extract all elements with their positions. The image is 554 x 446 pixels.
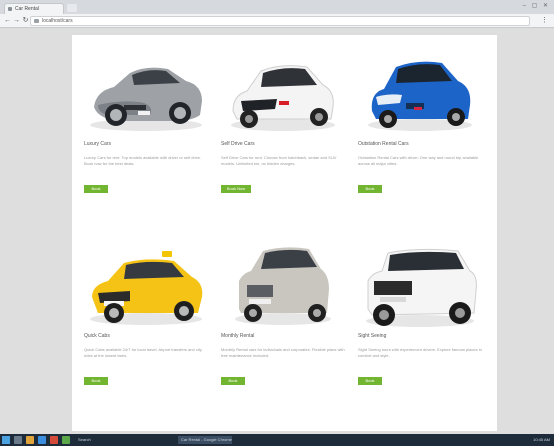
car-card-sight-seeing: Sight Seeing Sight Seeing tours with exp… xyxy=(358,233,483,385)
car-description: Luxury Cars for rent. Top models availab… xyxy=(84,155,202,166)
system-clock[interactable]: 10:45 AM xyxy=(533,437,550,442)
car-photo xyxy=(221,233,346,329)
car-description: Self Drive Cars for rent. Choose from ha… xyxy=(221,155,337,166)
car-title: Self Drive Cars xyxy=(221,141,255,147)
car-description: Monthly Rental cars for individuals and … xyxy=(221,347,345,358)
start-icon[interactable] xyxy=(2,436,10,444)
car-photo xyxy=(358,233,483,329)
book-button[interactable]: Book xyxy=(84,185,108,193)
forward-arrow-icon[interactable]: → xyxy=(12,16,21,25)
car-card-self-drive: Self Drive Cars Self Drive Cars for rent… xyxy=(221,41,346,193)
page-info-icon[interactable] xyxy=(34,19,39,23)
car-title: Monthly Rental xyxy=(221,333,255,339)
car-title: Sight Seeing xyxy=(358,333,387,339)
os-taskbar: Search Car Rental - Google Chrome 10:45 … xyxy=(0,434,554,446)
app-icon[interactable] xyxy=(62,436,70,444)
car-description: Outstation Rental Cars with driver. One … xyxy=(358,155,479,166)
car-title: Outstation Rental Cars xyxy=(358,141,409,147)
task-view-icon[interactable] xyxy=(14,436,22,444)
taskbar-search-label[interactable]: Search xyxy=(78,437,91,442)
car-card-luxury: Luxury Cars Luxury Cars for rent. Top mo… xyxy=(84,41,209,193)
car-card-outstation: Outstation Rental Cars Outstation Rental… xyxy=(358,41,483,193)
book-button[interactable]: Book xyxy=(84,377,108,385)
car-photo xyxy=(84,41,209,137)
car-photo xyxy=(84,233,209,329)
tab-title: Car Rental xyxy=(15,6,39,12)
app-icon[interactable] xyxy=(50,436,58,444)
book-now-button[interactable]: Book Now xyxy=(221,185,251,193)
back-arrow-icon[interactable]: ← xyxy=(3,16,12,25)
book-button[interactable]: Book xyxy=(358,377,382,385)
book-button[interactable]: Book xyxy=(358,185,382,193)
car-title: Quick Cabs xyxy=(84,333,110,339)
browser-tab[interactable]: Car Rental xyxy=(4,3,64,14)
taskbar-window-label[interactable]: Car Rental - Google Chrome xyxy=(181,437,232,442)
address-bar[interactable] xyxy=(30,16,530,26)
car-grid: Luxury Cars Luxury Cars for rent. Top mo… xyxy=(72,35,497,431)
browser-icon[interactable] xyxy=(38,436,46,444)
car-photo xyxy=(221,41,346,137)
file-explorer-icon[interactable] xyxy=(26,436,34,444)
browser-menu-icon[interactable]: ⋮ xyxy=(541,16,548,24)
car-description: Sight Seeing tours with experienced driv… xyxy=(358,347,482,358)
url-input[interactable] xyxy=(42,17,512,25)
car-photo xyxy=(358,41,483,137)
window-controls[interactable]: – ▢ ✕ xyxy=(523,2,550,9)
browser-toolbar: ← → ↻ ⋮ xyxy=(0,14,554,28)
page-viewport: Luxury Cars Luxury Cars for rent. Top mo… xyxy=(0,29,554,434)
book-button[interactable]: Book xyxy=(221,377,245,385)
car-card-quick-cabs: Quick Cabs Quick Cabs available 24/7 for… xyxy=(84,233,209,385)
favicon-icon xyxy=(8,7,12,11)
new-tab-button[interactable] xyxy=(67,4,77,12)
car-description: Quick Cabs available 24/7 for local trav… xyxy=(84,347,202,358)
car-card-monthly: Monthly Rental Monthly Rental cars for i… xyxy=(221,233,346,385)
reload-icon[interactable]: ↻ xyxy=(21,16,30,25)
car-title: Luxury Cars xyxy=(84,141,111,147)
browser-tab-strip: Car Rental – ▢ ✕ xyxy=(0,0,554,14)
